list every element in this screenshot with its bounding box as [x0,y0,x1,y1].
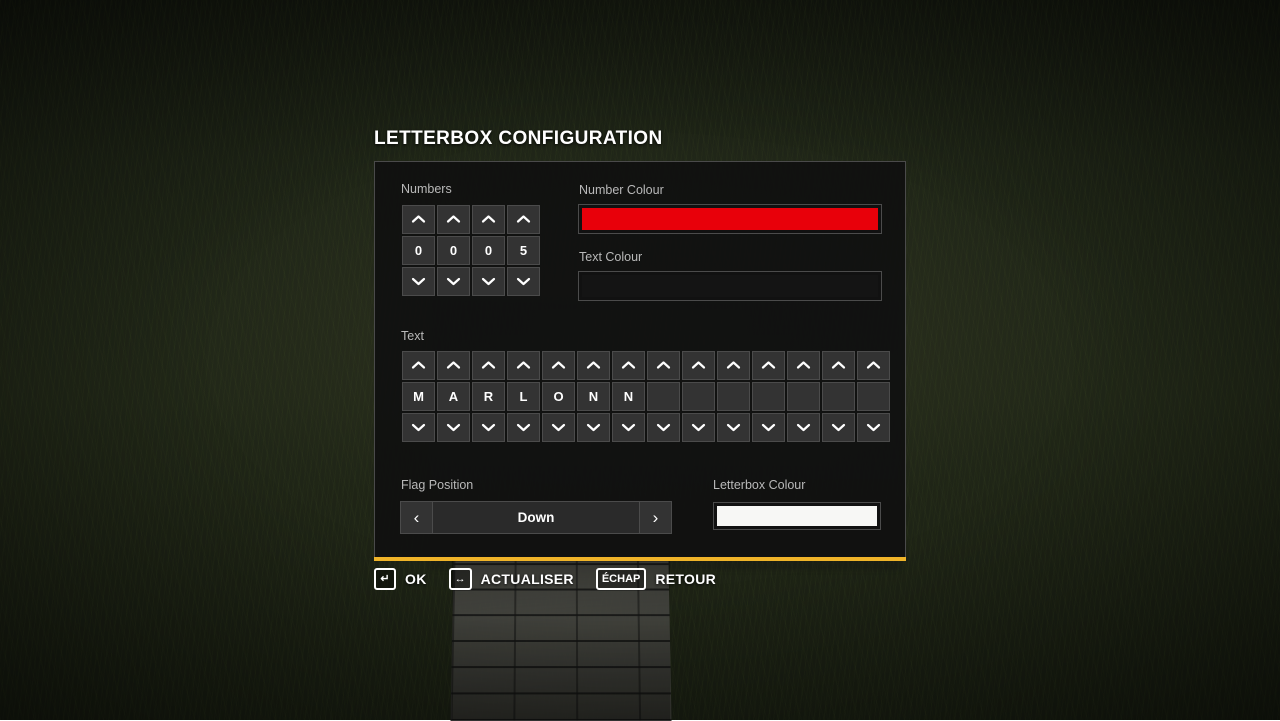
chevron-up-icon[interactable] [822,351,855,380]
footer-hint-label: RETOUR [655,571,716,587]
left-right-arrow-key-icon: ↔ [449,568,472,590]
text-colour-swatch[interactable] [578,271,882,301]
chevron-down-icon[interactable] [507,413,540,442]
chevron-down-icon[interactable] [542,413,575,442]
chevron-down-icon[interactable] [577,413,610,442]
text-colour-label: Text Colour [579,250,642,264]
chevron-up-icon[interactable] [752,351,785,380]
footer-hint[interactable]: ÉCHAP RETOUR [596,568,716,590]
chevron-left-icon[interactable]: ‹ [401,502,433,533]
number-colour-fill [582,208,878,230]
text-character-value[interactable] [647,382,680,411]
chevron-up-icon[interactable] [402,351,435,380]
chevron-down-icon[interactable] [402,267,435,296]
footer-hint-label: OK [405,571,427,587]
flag-position-selector[interactable]: ‹ Down › [400,501,672,534]
chevron-up-icon[interactable] [717,351,750,380]
chevron-up-icon[interactable] [507,351,540,380]
chevron-down-icon[interactable] [647,413,680,442]
text-character-value[interactable] [787,382,820,411]
number-digit-value[interactable]: 5 [507,236,540,265]
page-title: LETTERBOX CONFIGURATION [374,128,663,150]
text-character-value[interactable]: N [612,382,645,411]
chevron-up-icon[interactable] [437,205,470,234]
numbers-section-label: Numbers [401,182,452,196]
chevron-up-icon[interactable] [647,351,680,380]
letterbox-colour-fill [717,506,877,526]
number-digit-value[interactable]: 0 [437,236,470,265]
chevron-down-icon[interactable] [472,413,505,442]
flag-position-label: Flag Position [401,478,473,492]
chevron-down-icon[interactable] [822,413,855,442]
footer-hint[interactable]: ↵ OK [374,568,427,590]
chevron-up-icon[interactable] [577,351,610,380]
number-digit-value[interactable]: 0 [472,236,505,265]
text-character-value[interactable] [822,382,855,411]
number-digit-value[interactable]: 0 [402,236,435,265]
chevron-down-icon[interactable] [787,413,820,442]
flag-position-value: Down [433,502,639,533]
chevron-up-icon[interactable] [612,351,645,380]
text-section-label: Text [401,329,424,343]
footer-hints: ↵ OK ↔ ACTUALISER ÉCHAP RETOUR [374,568,738,590]
chevron-down-icon[interactable] [402,413,435,442]
text-character-value[interactable]: A [437,382,470,411]
number-colour-label: Number Colour [579,183,664,197]
chevron-up-icon[interactable] [682,351,715,380]
text-character-value[interactable] [682,382,715,411]
chevron-up-icon[interactable] [472,205,505,234]
dialog-body: Numbers Number Colour Text Colour Text F… [374,161,906,557]
escape-key-icon: ÉCHAP [596,568,647,590]
text-character-value[interactable] [752,382,785,411]
chevron-down-icon[interactable] [857,413,890,442]
text-character-value[interactable]: L [507,382,540,411]
enter-key-icon: ↵ [374,568,396,590]
chevron-down-icon[interactable] [752,413,785,442]
chevron-up-icon[interactable] [857,351,890,380]
number-colour-swatch[interactable] [578,204,882,234]
letterbox-configuration-dialog: LETTERBOX CONFIGURATION Numbers Number C… [374,161,906,557]
chevron-up-icon[interactable] [542,351,575,380]
footer-hint-label: ACTUALISER [481,571,574,587]
chevron-down-icon[interactable] [717,413,750,442]
chevron-down-icon[interactable] [472,267,505,296]
chevron-up-icon[interactable] [787,351,820,380]
chevron-down-icon[interactable] [682,413,715,442]
text-character-value[interactable]: N [577,382,610,411]
text-character-value[interactable]: M [402,382,435,411]
footer-hint[interactable]: ↔ ACTUALISER [449,568,574,590]
chevron-up-icon[interactable] [472,351,505,380]
text-character-value[interactable]: O [542,382,575,411]
chevron-right-icon[interactable]: › [639,502,671,533]
text-character-value[interactable]: R [472,382,505,411]
chevron-up-icon[interactable] [507,205,540,234]
letterbox-colour-swatch[interactable] [713,502,881,530]
text-character-value[interactable] [857,382,890,411]
letterbox-colour-label: Letterbox Colour [713,478,805,492]
chevron-down-icon[interactable] [612,413,645,442]
accent-divider [374,557,906,561]
chevron-up-icon[interactable] [437,351,470,380]
text-colour-fill [582,275,878,297]
chevron-up-icon[interactable] [402,205,435,234]
chevron-down-icon[interactable] [507,267,540,296]
chevron-down-icon[interactable] [437,267,470,296]
text-character-value[interactable] [717,382,750,411]
chevron-down-icon[interactable] [437,413,470,442]
